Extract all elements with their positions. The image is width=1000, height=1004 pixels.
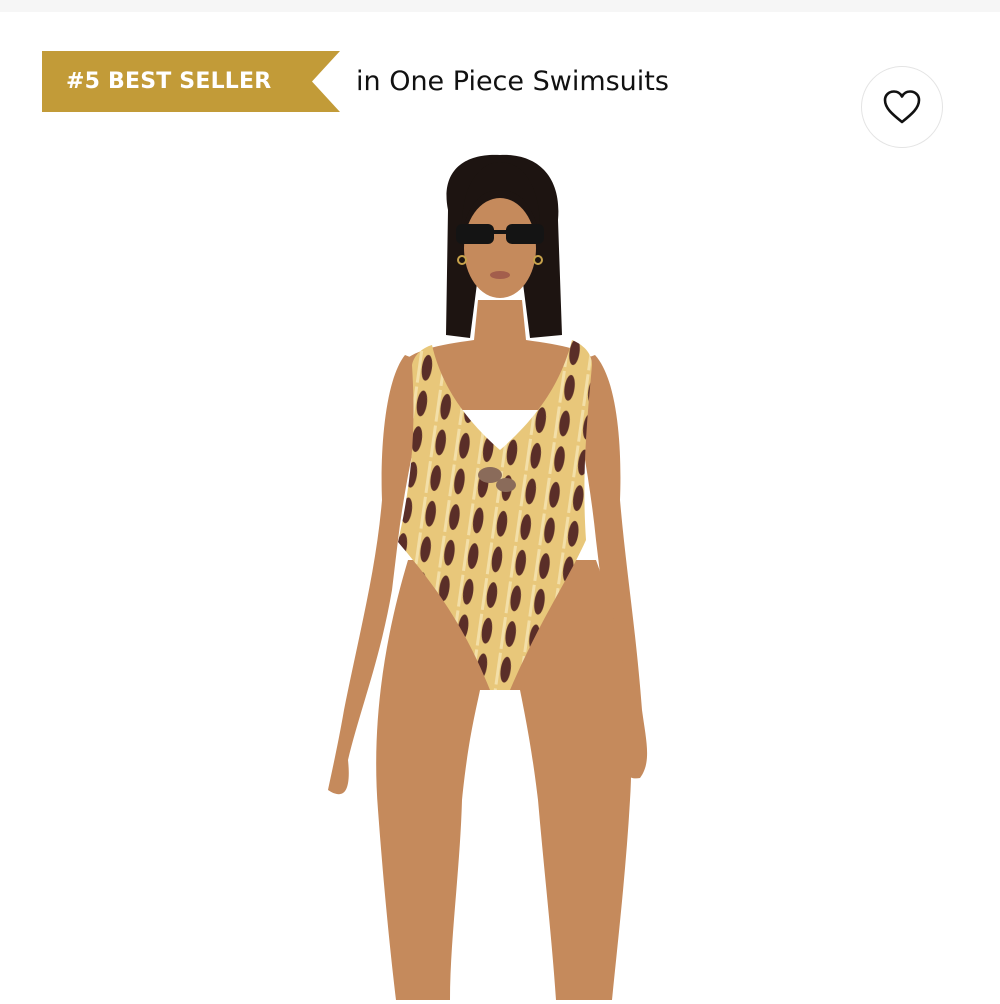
best-seller-badge: #5 BEST SELLER bbox=[42, 51, 340, 112]
top-strip bbox=[0, 0, 1000, 12]
model-photo-illustration bbox=[328, 154, 648, 1000]
heart-outline-icon bbox=[883, 90, 921, 124]
wishlist-button[interactable] bbox=[861, 66, 943, 148]
product-image[interactable] bbox=[300, 150, 700, 1000]
best-seller-category: in One Piece Swimsuits bbox=[356, 66, 669, 97]
best-seller-label: #5 BEST SELLER bbox=[66, 69, 272, 94]
